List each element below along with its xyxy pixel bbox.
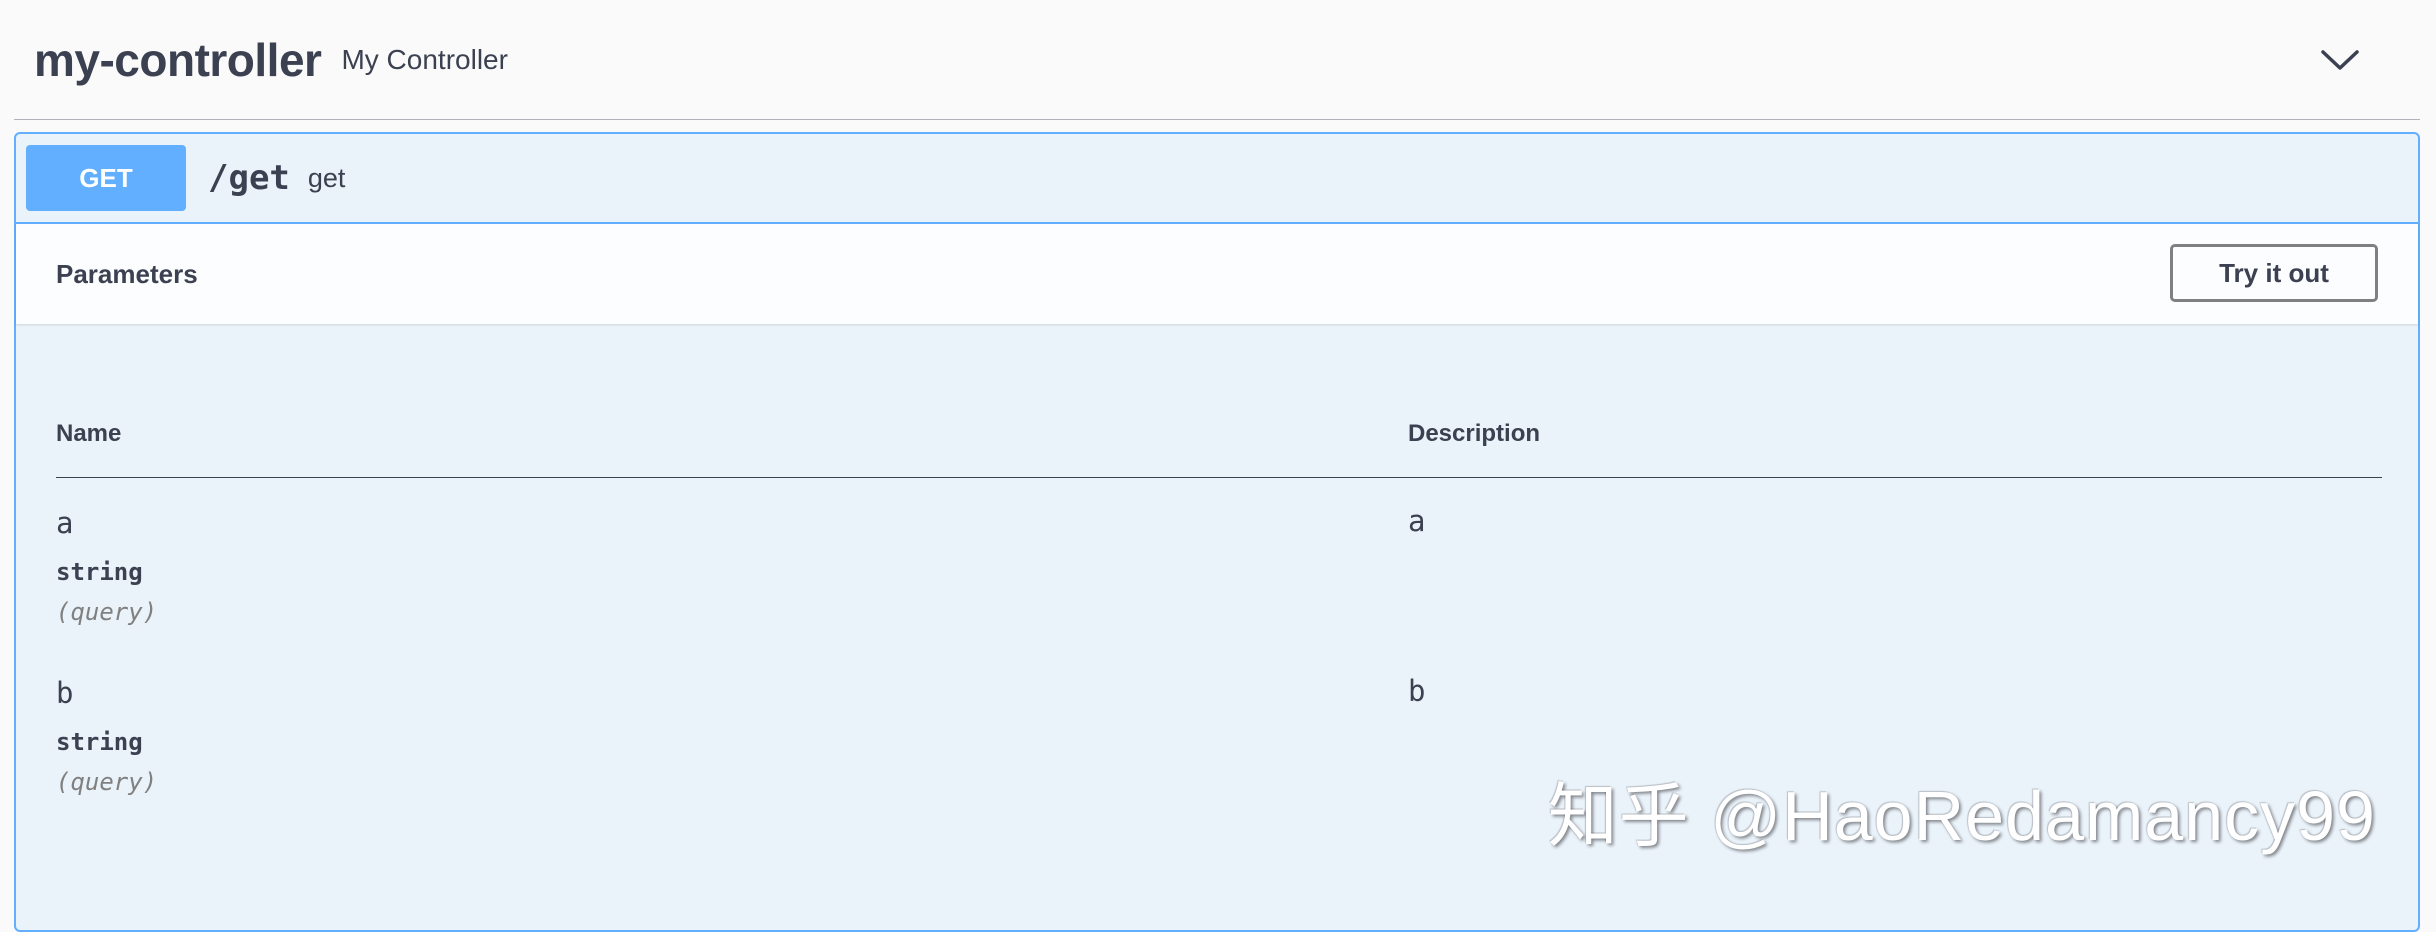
column-header-description: Description (1408, 420, 1541, 447)
table-row: a string (query) a (56, 478, 2382, 648)
tag-description: My Controller (341, 43, 508, 75)
parameters-title: Parameters (56, 258, 198, 289)
parameter-name: a (56, 506, 74, 540)
column-header-name: Name (56, 420, 122, 447)
parameters-section-header: Parameters Try it out (16, 224, 2418, 324)
parameter-type: string (56, 728, 143, 756)
parameter-location: (query) (56, 768, 158, 796)
operation-summary-text: get (307, 162, 346, 193)
operation-path: /get (208, 158, 290, 198)
parameter-location: (query) (56, 598, 158, 626)
parameter-description: a (1408, 504, 1426, 538)
operation-summary[interactable]: GET /get get (16, 134, 2418, 224)
tag-name: my-controller (34, 33, 322, 86)
watermark: 知乎 @HaoRedamancy99 (1547, 777, 2376, 855)
chevron-down-icon[interactable] (2320, 44, 2360, 74)
try-it-out-button[interactable]: Try it out (2170, 244, 2378, 302)
parameter-description: b (1408, 674, 1426, 708)
parameters-table-header: Name Description (56, 324, 2382, 478)
parameters-table: Name Description a string (query) a b st… (56, 324, 2382, 818)
tag-header[interactable]: my-controller My Controller (14, 0, 2420, 120)
parameter-type: string (56, 558, 143, 586)
method-badge: GET (26, 145, 186, 211)
parameter-name: b (56, 676, 74, 710)
